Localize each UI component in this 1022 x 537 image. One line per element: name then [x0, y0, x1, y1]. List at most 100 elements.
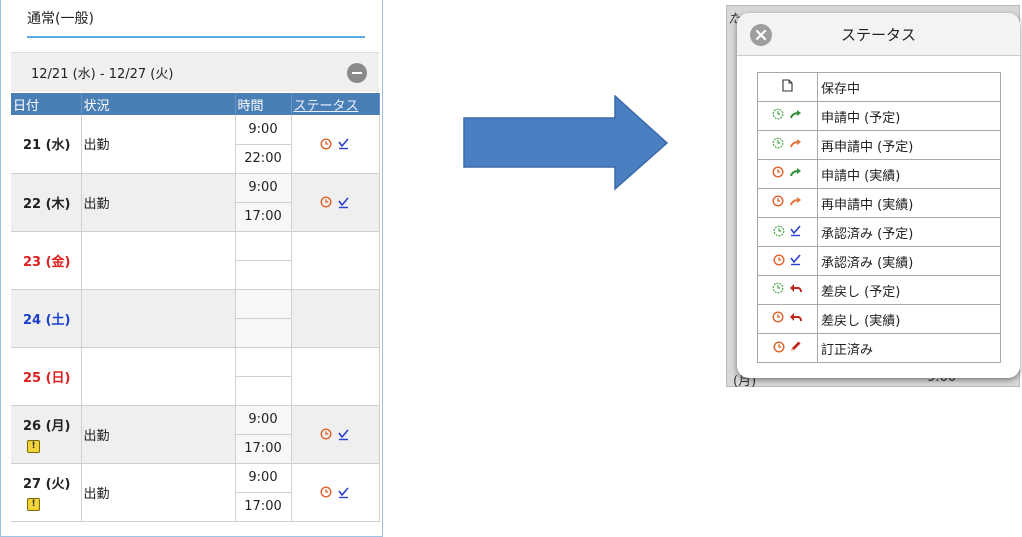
clock-green-icon — [773, 108, 784, 120]
document-icon — [782, 78, 793, 92]
clock-icon — [320, 486, 332, 498]
legend-icons — [757, 101, 818, 131]
legend-label: 保存中 — [817, 72, 1001, 102]
legend-row: 承認済み (予定) — [757, 217, 1001, 247]
legend-row: 申請中 (実績) — [757, 159, 1001, 189]
status-legend-table: 保存中 申請中 (予定) 再申請中 (予定) 申請中 (実績) 再申請中 (実績… — [757, 72, 1001, 363]
arrow-orange-icon — [789, 197, 801, 206]
row-end-time[interactable]: 17:00 — [234, 202, 292, 232]
row-status: 出勤 — [81, 405, 236, 464]
attendance-panel: 通常(一般) 12/21 (水) - 12/27 (火) 日付 状況 時間 ステ… — [0, 0, 383, 537]
clock-green-icon — [773, 225, 785, 236]
arrow-orange-icon — [789, 139, 801, 148]
row-start-time[interactable] — [234, 289, 292, 319]
attendance-table: 日付 状況 時間 ステータス 21 (水) 出勤 9:00 22:00 22 (… — [11, 93, 380, 522]
legend-label: 差戻し (実績) — [817, 304, 1001, 334]
status-legend-popup: ステータス 保存中 申請中 (予定) 再申請中 (予定) 申請中 (実績) 再申… — [737, 13, 1020, 378]
clock-icon — [320, 428, 332, 440]
row-state-icons — [291, 289, 380, 348]
row-end-time[interactable] — [234, 318, 292, 348]
row-status — [81, 347, 236, 406]
table-row[interactable]: 22 (木) 出勤 9:00 — [11, 173, 380, 232]
row-date: 23 (金) — [11, 231, 82, 290]
header-status: 状況 — [81, 93, 236, 115]
row-start-time[interactable]: 9:00 — [234, 405, 292, 435]
row-start-time[interactable]: 9:00 — [234, 173, 292, 203]
row-status: 出勤 — [81, 115, 236, 174]
row-date-cell: 27 (火) ! — [11, 463, 82, 522]
legend-label: 承認済み (実績) — [817, 246, 1001, 276]
table-row[interactable]: 24 (土) — [11, 289, 380, 348]
clock-green-icon — [773, 282, 784, 294]
clock-icon — [773, 340, 785, 353]
clock-green-icon — [773, 137, 784, 149]
warning-badge-icon[interactable]: ! — [27, 498, 40, 511]
row-end-time[interactable]: 17:00 — [234, 492, 292, 522]
table-row[interactable]: 26 (月) ! 出勤 9:00 — [11, 405, 380, 464]
right-arrow-icon — [463, 95, 669, 191]
table-row[interactable]: 27 (火) ! 出勤 9:00 — [11, 463, 380, 522]
week-bar: 12/21 (水) - 12/27 (火) — [11, 52, 379, 92]
row-state-icons — [291, 173, 380, 232]
warning-badge-icon[interactable]: ! — [27, 440, 40, 453]
clock-icon — [320, 138, 332, 150]
arrow-green-icon — [789, 168, 801, 177]
legend-icons — [757, 130, 818, 160]
arrow-green-icon — [789, 110, 801, 119]
approved-check-icon — [337, 486, 349, 498]
popup-title: ステータス — [840, 26, 916, 44]
pencil-icon — [791, 341, 801, 351]
legend-label: 申請中 (予定) — [817, 101, 1001, 131]
legend-label: 再申請中 (予定) — [817, 130, 1001, 160]
row-start-time[interactable] — [234, 231, 292, 261]
table-row[interactable]: 21 (水) 出勤 9:00 — [11, 115, 380, 174]
row-state-icons — [291, 405, 380, 464]
legend-row: 再申請中 (予定) — [757, 130, 1001, 160]
legend-row: 訂正済み — [757, 333, 1001, 363]
legend-label: 申請中 (実績) — [817, 159, 1001, 189]
legend-row: 申請中 (予定) — [757, 101, 1001, 131]
row-end-time[interactable] — [234, 376, 292, 406]
row-start-time[interactable]: 9:00 — [234, 463, 292, 493]
legend-row: 再申請中 (実績) — [757, 188, 1001, 218]
clock-icon — [772, 166, 784, 178]
legend-icons — [757, 159, 818, 189]
row-date: 25 (日) — [11, 347, 82, 406]
header-time: 時間 — [235, 93, 292, 115]
row-state-icons — [291, 115, 380, 174]
legend-row: 差戻し (実績) — [757, 304, 1001, 334]
approved-check-icon — [790, 224, 801, 236]
table-row[interactable]: 25 (日) — [11, 347, 380, 406]
row-start-time[interactable] — [234, 347, 292, 377]
legend-row: 保存中 — [757, 72, 1001, 102]
header-state-link[interactable]: ステータス — [291, 93, 380, 115]
approved-check-icon — [337, 138, 349, 150]
row-date: 22 (木) — [11, 173, 82, 232]
legend-icons — [757, 246, 818, 276]
row-start-time[interactable]: 9:00 — [234, 115, 292, 145]
table-row[interactable]: 23 (金) — [11, 231, 380, 290]
row-status — [81, 289, 236, 348]
row-date: 27 (火) — [23, 477, 71, 492]
legend-row: 承認済み (実績) — [757, 246, 1001, 276]
legend-label: 再申請中 (実績) — [817, 188, 1001, 218]
row-state-icons — [291, 231, 380, 290]
row-end-time[interactable]: 17:00 — [234, 434, 292, 464]
legend-icons — [757, 217, 818, 247]
work-pattern-field[interactable]: 通常(一般) — [27, 8, 365, 38]
header-date: 日付 — [11, 93, 82, 115]
approved-check-icon — [337, 428, 349, 440]
legend-icons — [757, 188, 818, 218]
legend-label: 差戻し (予定) — [817, 275, 1001, 305]
clock-icon — [772, 311, 784, 323]
row-end-time[interactable]: 22:00 — [234, 144, 292, 174]
row-end-time[interactable] — [234, 260, 292, 290]
collapse-icon[interactable] — [347, 63, 367, 83]
legend-icons — [757, 72, 818, 102]
reply-arrow-icon — [789, 284, 802, 293]
row-state-icons — [291, 347, 380, 406]
clock-icon — [772, 195, 784, 207]
legend-label: 訂正済み — [817, 333, 1001, 363]
row-date: 21 (水) — [11, 115, 82, 174]
row-date: 26 (月) — [23, 419, 71, 434]
